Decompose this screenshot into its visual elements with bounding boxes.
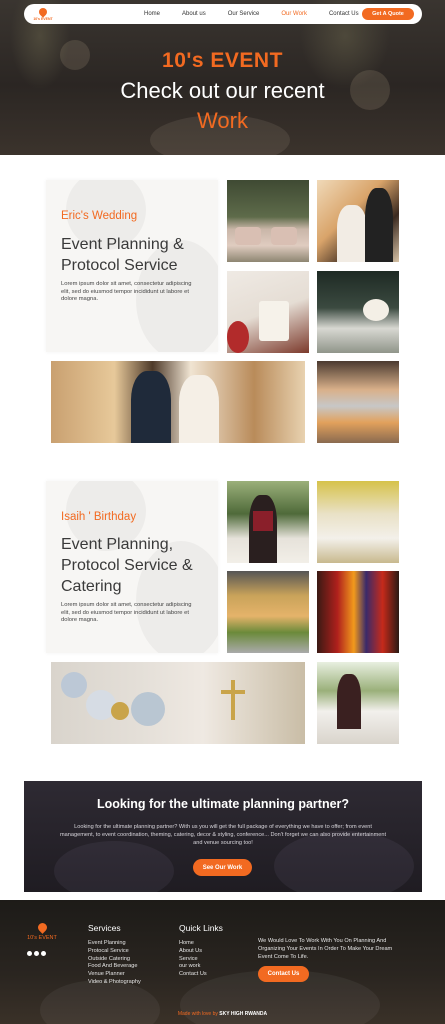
photo-catering-trays[interactable]: [227, 571, 309, 653]
footer-logo-text: 10's EVENT: [27, 935, 57, 941]
brand-logo[interactable]: 10's EVENT: [30, 5, 56, 21]
flame-icon: [37, 5, 49, 18]
facebook-icon[interactable]: [27, 951, 32, 956]
get-quote-button[interactable]: Get A Quote: [362, 8, 414, 20]
nav-link-home[interactable]: Home: [144, 11, 160, 17]
project-title: Event Planning, Protocol Service & Cater…: [61, 536, 193, 595]
footer-services-heading: Services: [88, 923, 121, 933]
social-links: [27, 951, 46, 956]
cta-banner: Looking for the ultimate planning partne…: [24, 781, 422, 892]
footer-logo[interactable]: 10's EVENT: [27, 921, 57, 941]
nav-link-our-work[interactable]: Our Work: [281, 11, 307, 17]
footer-service-item[interactable]: Protocal Service: [88, 948, 141, 956]
footer-service-item[interactable]: Outside Catering: [88, 956, 141, 964]
footer-quicklinks-heading: Quick Links: [179, 923, 223, 933]
twitter-icon[interactable]: [34, 951, 39, 956]
footer-service-item[interactable]: Video & Photography: [88, 979, 141, 987]
hero-title: 10's EVENT: [162, 49, 283, 72]
cta-title: Looking for the ultimate planning partne…: [96, 797, 350, 811]
footer-quicklinks-list: Home About Us Service our work Contact U…: [179, 940, 207, 979]
footer-link[interactable]: Service: [179, 956, 207, 964]
photo-buffet-chafing[interactable]: [317, 361, 399, 443]
project-kicker: Eric's Wedding: [61, 210, 138, 222]
flame-icon: [35, 921, 49, 934]
top-navbar: 10's EVENT Home About us Our Service Our…: [24, 4, 422, 24]
credit-prefix: Made with love by: [177, 1011, 218, 1017]
footer-link[interactable]: About Us: [179, 948, 207, 956]
footer-link[interactable]: Home: [179, 940, 207, 948]
nav-link-service[interactable]: Our Service: [228, 11, 260, 17]
project-description: Lorem ipsum dolor sit amet, consectetur …: [61, 281, 192, 303]
cta-description: Looking for the ultimate planning partne…: [60, 824, 386, 846]
nav-link-contact[interactable]: Contact Us: [329, 11, 359, 17]
footer-service-item[interactable]: Event Planning: [88, 940, 141, 948]
project-card-wedding: Eric's Wedding Event Planning & Protocol…: [46, 180, 218, 352]
footer-service-item[interactable]: Venue Planner: [88, 971, 141, 979]
project-kicker: Isaih ' Birthday: [61, 511, 137, 523]
photo-table-setting[interactable]: [317, 481, 399, 563]
contact-us-button[interactable]: Contact Us: [258, 966, 309, 982]
project-title: Event Planning & Protocol Service: [61, 236, 184, 274]
photo-couple-toast[interactable]: [51, 361, 305, 443]
footer-service-item[interactable]: Food And Beverage: [88, 963, 141, 971]
footer-link[interactable]: our work: [179, 963, 207, 971]
credit-brand-link[interactable]: SKY HIGH RWANDA: [219, 1011, 267, 1017]
hero-subtitle-accent: Work: [197, 108, 248, 133]
footer-services-list: Event Planning Protocal Service Outside …: [88, 940, 141, 987]
page: 10's EVENT Home About us Our Service Our…: [0, 0, 445, 1024]
footer: 10's EVENT Services Event Planning Proto…: [0, 900, 445, 1024]
footer-blurb: We Would Love To Work With You On Planni…: [258, 938, 393, 960]
see-our-work-button[interactable]: See Our Work: [193, 859, 252, 876]
linkedin-icon[interactable]: [41, 951, 46, 956]
footer-credit: Made with love by SKY HIGH RWANDA: [0, 1011, 445, 1017]
photo-waiter-serving[interactable]: [227, 481, 309, 563]
photo-wedding-garden-tables[interactable]: [227, 180, 309, 262]
nav-links: Home About us Our Service Our Work Conta…: [144, 11, 381, 17]
photo-waiter-outdoor[interactable]: [317, 662, 399, 744]
project-description: Lorem ipsum dolor sit amet, consectetur …: [61, 602, 192, 624]
photo-couple-kiss[interactable]: [317, 180, 399, 262]
photo-soda-bottles[interactable]: [317, 571, 399, 653]
hero-subtitle: Check out our recent: [120, 78, 325, 103]
footer-link[interactable]: Contact Us: [179, 971, 207, 979]
photo-car-bouquet[interactable]: [317, 271, 399, 353]
nav-link-about[interactable]: About us: [182, 11, 206, 17]
project-card-birthday: Isaih ' Birthday Event Planning, Protoco…: [46, 481, 218, 653]
photo-cake-cutting[interactable]: [227, 271, 309, 353]
hero-banner: 10's EVENT Home About us Our Service Our…: [0, 0, 445, 155]
photo-balloon-cake[interactable]: [51, 662, 305, 744]
cta-bg-glow: [54, 841, 174, 892]
